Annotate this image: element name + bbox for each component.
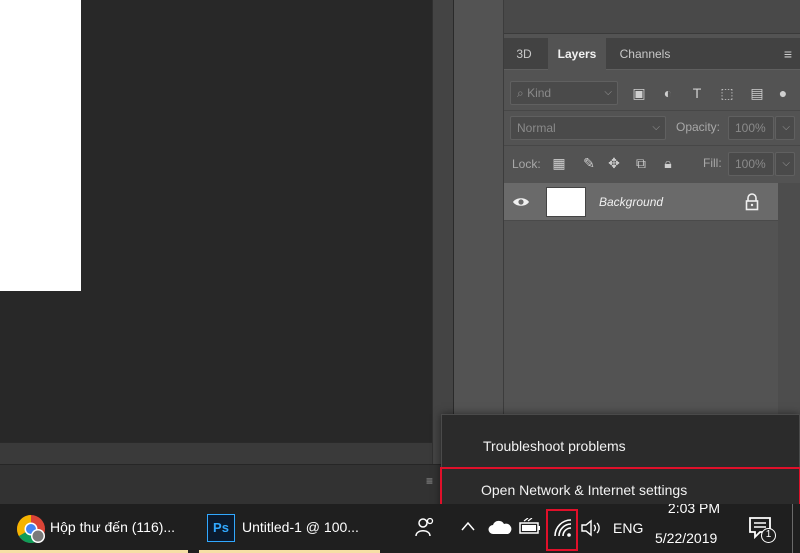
layers-panel: 3D Layers Channels ≡ ⌕ Kind ⌵ ▣ ◐ T ⬚ ▤ … (504, 0, 800, 464)
speaker-icon[interactable] (580, 518, 602, 538)
shape-filter-icon[interactable]: ⬚ (718, 84, 736, 102)
fill-value: 100% (735, 157, 766, 171)
layer-row-background[interactable]: Background (504, 183, 778, 221)
opacity-label: Opacity: (676, 120, 721, 134)
horizontal-scrollbar[interactable] (0, 442, 432, 464)
chevron-up-icon[interactable] (461, 520, 475, 532)
search-icon: ⌕ (517, 86, 528, 100)
lock-pixels-icon[interactable]: ✎ (580, 154, 598, 172)
lock-label: Lock: (512, 157, 541, 171)
layer-filter-row: ⌕ Kind ⌵ ▣ ◐ T ⬚ ▤ ● (504, 78, 800, 108)
lock-row: Lock: ▦ ✎ ✥ ⧉ 🔒︎ Fill: 100% ⌵ (504, 150, 800, 178)
battery-icon[interactable] (518, 518, 542, 536)
wifi-highlight-box (546, 509, 578, 551)
fill-input[interactable]: 100% (728, 152, 774, 176)
layer-name[interactable]: Background (599, 195, 663, 209)
fill-label: Fill: (703, 156, 722, 170)
document-canvas[interactable] (0, 0, 81, 291)
panel-options-menu-icon[interactable]: ≡ (784, 46, 792, 62)
lock-all-icon[interactable]: 🔒︎ (659, 154, 677, 172)
lock-transparency-icon[interactable]: ▦ (550, 154, 568, 172)
divider (504, 110, 800, 111)
document-workspace[interactable] (0, 0, 432, 442)
people-icon[interactable] (414, 516, 436, 538)
language-indicator[interactable]: ENG (613, 520, 643, 536)
clock-time[interactable]: 2:03 PM (662, 504, 726, 518)
type-filter-icon[interactable]: T (688, 84, 706, 102)
adjustment-filter-icon[interactable]: ◐ (659, 84, 677, 102)
image-filter-icon[interactable]: ▣ (630, 84, 648, 102)
layer-thumbnail (546, 187, 586, 217)
smart-object-filter-icon[interactable]: ▤ (748, 84, 766, 102)
chevron-down-icon: ⌵ (782, 122, 790, 133)
network-context-menu: Troubleshoot problems Open Network & Int… (440, 414, 800, 513)
panel-header (504, 0, 800, 34)
tab-3d[interactable]: 3D (504, 38, 544, 70)
menu-item-troubleshoot[interactable]: Troubleshoot problems (442, 428, 800, 464)
filter-toggle-icon[interactable]: ● (774, 84, 792, 102)
lock-artboard-icon[interactable]: ⧉ (632, 154, 650, 172)
fill-dropdown[interactable]: ⌵ (775, 152, 795, 176)
opacity-dropdown[interactable]: ⌵ (775, 116, 795, 140)
chevron-down-icon: ⌵ (652, 122, 660, 133)
chevron-down-icon: ⌵ (604, 87, 612, 98)
blend-mode-value: Normal (517, 121, 556, 135)
opacity-value: 100% (735, 121, 766, 135)
taskbar-app-chrome[interactable]: Hộp thư đến (116)... (0, 504, 188, 553)
clock-date[interactable]: 5/22/2019 (655, 530, 717, 546)
blend-row: Normal ⌵ Opacity: 100% ⌵ (504, 114, 800, 142)
lock-position-icon[interactable]: ✥ (605, 154, 623, 172)
divider (504, 145, 800, 146)
panel-dock-strip (454, 0, 504, 464)
layers-scrollbar[interactable] (778, 183, 800, 453)
taskbar-app-label: Hộp thư đến (116)... (50, 519, 176, 535)
screen: ≡ 3D Layers Channels ≡ ⌕ Kind ⌵ ▣ ◐ T ⬚ … (0, 0, 800, 553)
vertical-scrollbar[interactable] (432, 0, 454, 464)
blend-mode-select[interactable]: Normal ⌵ (510, 116, 666, 140)
onedrive-icon[interactable] (488, 519, 512, 535)
opacity-input[interactable]: 100% (728, 116, 774, 140)
panel-menu-icon[interactable]: ≡ (426, 474, 433, 488)
filter-kind-label: Kind (527, 86, 552, 100)
chrome-icon (17, 515, 45, 543)
show-desktop-button[interactable] (792, 504, 800, 553)
panel-tabs: 3D Layers Channels ≡ (504, 38, 800, 70)
chevron-down-icon: ⌵ (782, 158, 790, 169)
tab-layers[interactable]: Layers (548, 38, 606, 70)
tab-channels[interactable]: Channels (610, 38, 680, 70)
taskbar-app-label: Untitled-1 @ 100... (242, 519, 359, 535)
lock-icon[interactable] (744, 193, 760, 211)
photoshop-icon: Ps (207, 514, 235, 542)
eye-icon[interactable] (512, 193, 530, 211)
notification-badge: 1 (761, 528, 776, 543)
filter-kind-select[interactable]: ⌕ Kind ⌵ (510, 81, 618, 105)
